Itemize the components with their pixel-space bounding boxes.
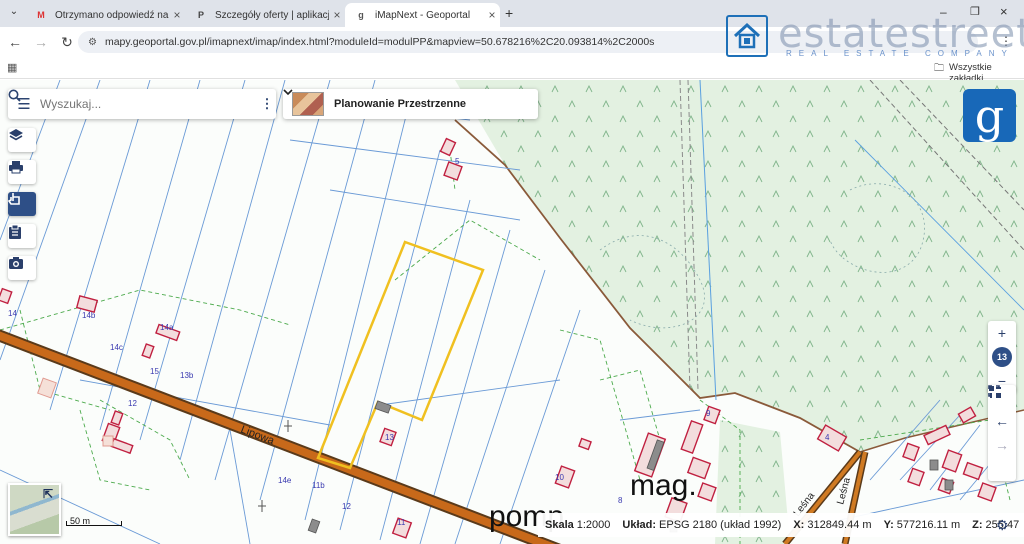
scale-label: Skala <box>545 519 574 531</box>
arrow-left-icon: ← <box>995 413 1009 429</box>
layers-button[interactable] <box>8 128 36 152</box>
bookmarks-bar: ▦ 🗀 Wszystkie zakładki <box>0 57 1024 84</box>
parcel-number: 9 <box>706 409 711 418</box>
parcel-number: 10 <box>555 473 564 482</box>
parcel-number: 11 <box>397 518 406 527</box>
parcel-number: 13b <box>180 371 194 380</box>
map-tools-button[interactable] <box>988 386 1016 481</box>
clipboard-icon <box>9 224 21 239</box>
forward-icon[interactable]: → <box>28 34 54 50</box>
gmail-icon: M <box>37 10 45 20</box>
search-box: ☰ ⋮ <box>8 89 276 119</box>
parcel-number: 14a <box>160 323 174 332</box>
doc-icon: P <box>197 10 204 20</box>
selected-parcel <box>316 240 485 470</box>
camera-icon <box>9 257 23 269</box>
parcel-number: 14e <box>278 476 292 485</box>
url-field[interactable]: ⚙ mapy.geoportal.gov.pl/imapnext/imap/in… <box>78 31 978 53</box>
arrow-right-icon: → <box>995 437 1009 453</box>
back-icon[interactable]: ← <box>2 34 28 50</box>
printer-icon <box>9 161 23 174</box>
street-label: Lipowa <box>239 424 277 448</box>
previous-view-button[interactable]: ← <box>988 409 1016 433</box>
y-label: Y: <box>883 519 894 531</box>
tab-title: iMapNext - Geoportal <box>375 9 471 21</box>
tab-search-icon[interactable]: ⌄ <box>6 6 22 22</box>
print-button[interactable] <box>8 160 36 184</box>
nav-controls: ← → <box>988 385 1016 481</box>
zoom-in-button[interactable]: + <box>988 321 1016 345</box>
screenshot-button[interactable] <box>8 256 36 280</box>
folder-icon: 🗀 <box>934 63 944 74</box>
close-icon[interactable]: × <box>169 8 185 22</box>
scale-bar: 50 m <box>66 516 122 526</box>
overview-minimap[interactable]: ⇱ <box>8 483 61 536</box>
menu-icon[interactable]: ⋮ <box>1000 34 1012 48</box>
identify-button[interactable] <box>8 192 36 216</box>
theme-label: Planowanie Przestrzenne <box>334 98 467 110</box>
puzzle-icon <box>989 386 1001 398</box>
tab-gmail[interactable]: M Otrzymano odpowiedź na wiadomość × <box>25 3 185 27</box>
map-graphic: 5 14 14b 14c 15 14a 13b 12 13 14e 11b 12… <box>0 80 1024 544</box>
new-tab-button[interactable]: + <box>505 5 521 21</box>
url-text: mapy.geoportal.gov.pl/imapnext/imap/inde… <box>104 36 655 48</box>
zoom-control: + 13 − <box>988 321 1016 393</box>
expand-icon[interactable]: ⇱ <box>43 487 57 501</box>
browser-tab-strip: ⌄ M Otrzymano odpowiedź na wiadomość × P… <box>0 0 1024 27</box>
x-value: 312849.44 m <box>807 519 872 531</box>
status-bar: Skala 1:2000 Układ: EPSG 2180 (układ 1992)… <box>538 513 1024 537</box>
close-icon[interactable]: × <box>484 8 500 22</box>
z-label: Z: <box>972 519 983 531</box>
clipboard-button[interactable] <box>8 224 36 248</box>
parcel-number: 12 <box>342 502 351 511</box>
address-bar-row: ← → ↻ ⚙ mapy.geoportal.gov.pl/imapnext/i… <box>0 27 1024 57</box>
minimize-button[interactable]: – <box>940 5 956 19</box>
map-label-mag: mag. <box>630 469 697 502</box>
settings-gear-icon[interactable]: ⚙ <box>996 517 1009 534</box>
crs-label: Układ: <box>622 519 657 531</box>
y-value: 577216.11 m <box>896 519 961 531</box>
reload-icon[interactable]: ↻ <box>54 34 80 51</box>
tab-title: Otrzymano odpowiedź na wiadomość <box>55 9 169 21</box>
window-close-button[interactable]: × <box>1000 4 1016 19</box>
more-options-icon[interactable]: ⋮ <box>258 96 276 112</box>
search-input[interactable] <box>40 97 238 111</box>
x-label: X: <box>793 519 805 531</box>
parcel-number: 14 <box>8 309 17 318</box>
close-icon[interactable]: × <box>329 8 345 22</box>
layers-icon <box>9 129 23 141</box>
next-view-button[interactable]: → <box>988 433 1016 457</box>
parcel-number: 8 <box>618 496 623 505</box>
parcel-number: 11b <box>312 481 325 490</box>
scale-value[interactable]: 1:2000 <box>577 519 611 531</box>
geoportal-icon: g <box>358 10 364 20</box>
hand-pointer-icon <box>8 193 20 205</box>
parcel-number: 4 <box>825 433 830 442</box>
tab-title: Szczegóły oferty | aplikacja propertio <box>215 9 329 21</box>
parcel-number: 14b <box>82 311 96 320</box>
zoom-level-badge: 13 <box>992 347 1012 367</box>
tab-geoportal[interactable]: g iMapNext - Geoportal × <box>345 3 500 27</box>
theme-thumbnail <box>292 92 324 116</box>
parcel-number: 14c <box>110 343 123 352</box>
parcel-number: 5 <box>455 157 460 166</box>
site-info-icon[interactable]: ⚙ <box>88 37 97 48</box>
geoportal-logo[interactable]: g <box>963 89 1016 142</box>
crs-value[interactable]: EPSG 2180 (układ 1992) <box>659 519 781 531</box>
parcel-number: 13 <box>385 433 394 442</box>
parcel-number: 15 <box>150 367 159 376</box>
map-canvas[interactable]: 5 14 14b 14c 15 14a 13b 12 13 14e 11b 12… <box>0 80 1024 544</box>
apps-grid-icon[interactable]: ▦ <box>7 61 17 74</box>
theme-selector[interactable]: Planowanie Przestrzenne <box>283 89 538 119</box>
tab-propertio[interactable]: P Szczegóły oferty | aplikacja propertio… <box>185 3 345 27</box>
scale-bar-label: 50 m <box>70 516 91 526</box>
parcel-number: 12 <box>128 399 137 408</box>
maximize-button[interactable]: ❐ <box>970 5 986 18</box>
